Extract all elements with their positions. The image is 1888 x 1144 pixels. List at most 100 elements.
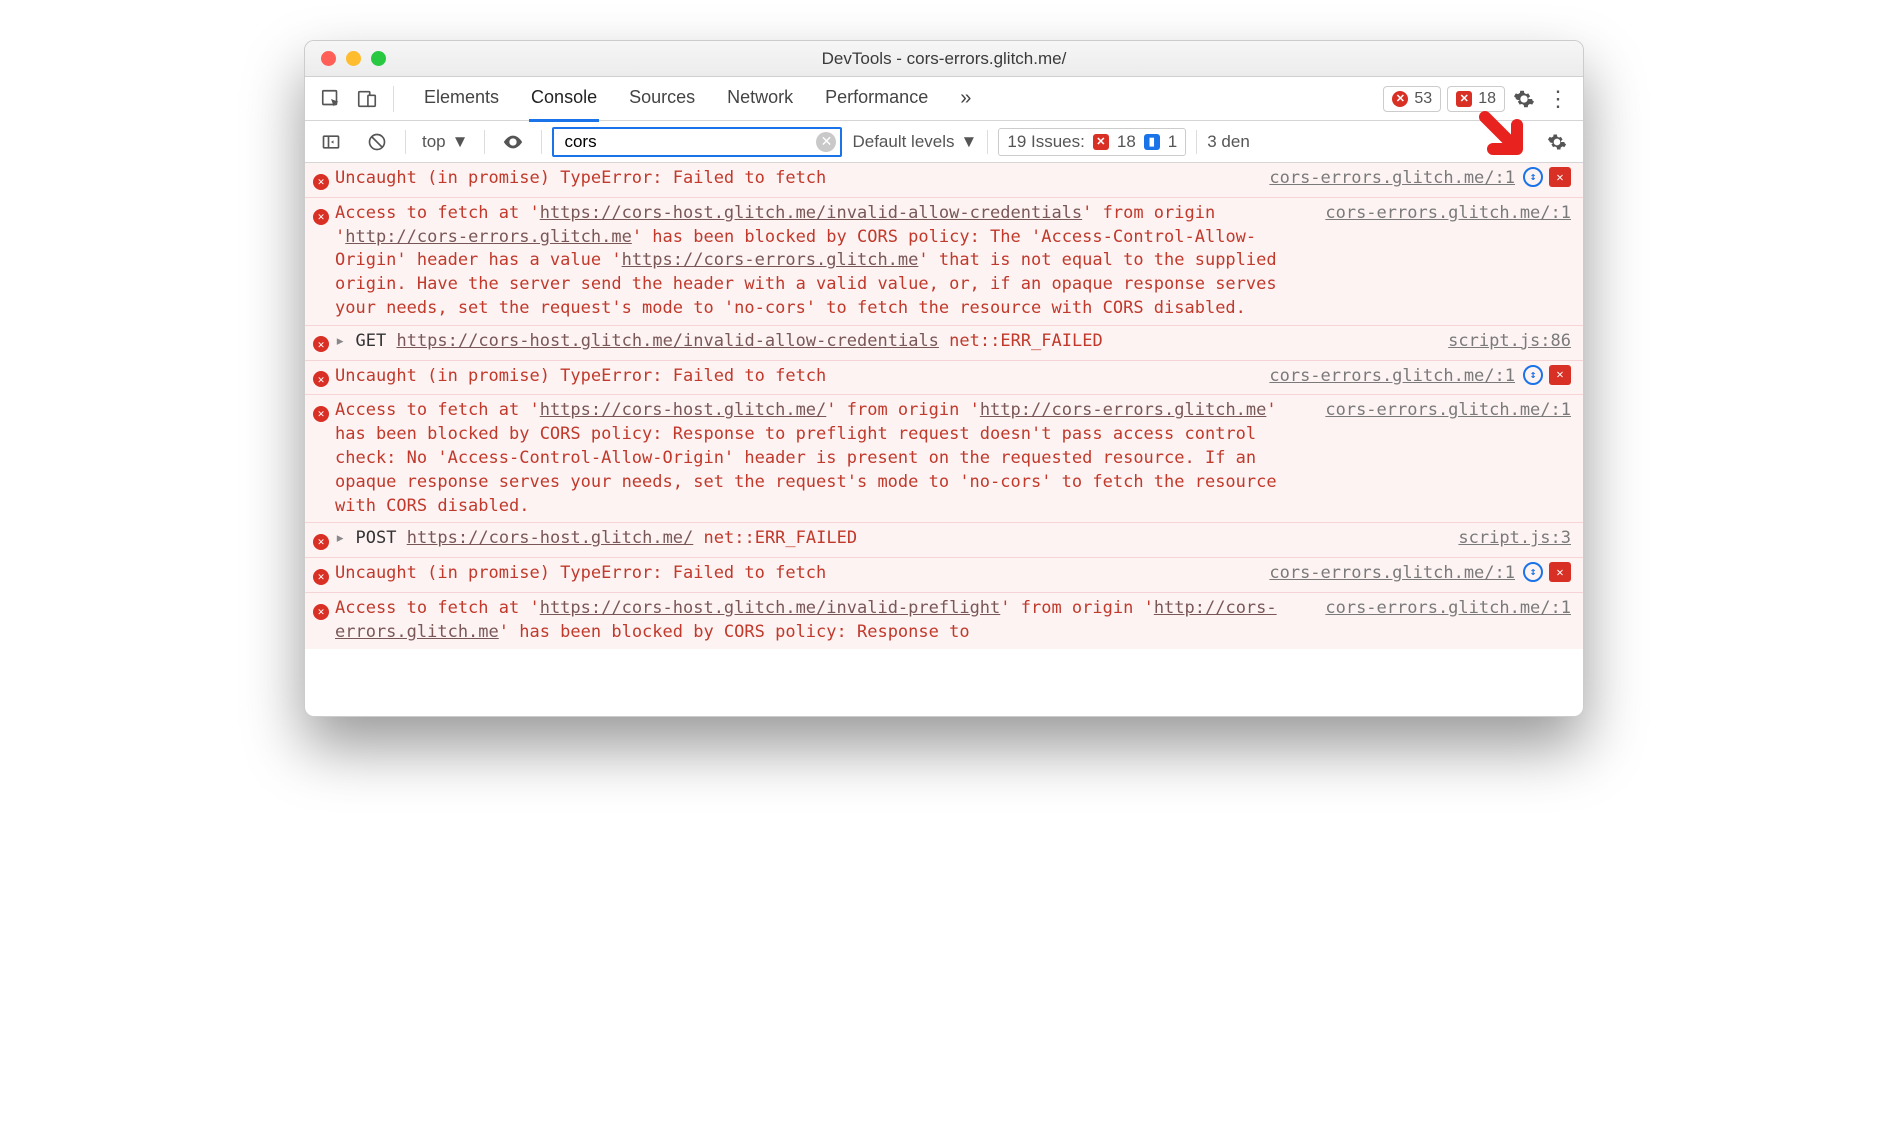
cors-error-count: 18 xyxy=(1478,90,1496,108)
divider xyxy=(541,130,542,154)
issues-label: 19 Issues: xyxy=(1007,132,1085,152)
replay-xhr-icon[interactable]: ↕ xyxy=(1523,167,1543,187)
error-icon: ✕ xyxy=(313,569,329,585)
tab-overflow[interactable]: » xyxy=(958,77,973,120)
url-link[interactable]: https://cors-host.glitch.me/ xyxy=(407,528,694,548)
divider xyxy=(484,130,485,154)
http-method: POST xyxy=(356,528,397,548)
error-icon: ✕ xyxy=(313,174,329,190)
divider xyxy=(1196,130,1197,154)
clear-console-icon[interactable] xyxy=(363,128,391,156)
error-icon: ✕ xyxy=(313,406,329,422)
error-icon: ✕ xyxy=(313,371,329,387)
console-row[interactable]: ✕ Access to fetch at 'https://cors-host.… xyxy=(305,394,1583,522)
issue-link-icon[interactable]: ✕ xyxy=(1549,365,1571,385)
issues-info-icon: ▮ xyxy=(1144,134,1160,150)
source-link[interactable]: script.js:86 xyxy=(1430,330,1571,356)
console-row[interactable]: ✕ Uncaught (in promise) TypeError: Faile… xyxy=(305,163,1583,197)
issues-error-count: 18 xyxy=(1117,132,1136,152)
net-status: net::ERR_FAILED xyxy=(704,528,858,548)
replay-xhr-icon[interactable]: ↕ xyxy=(1523,562,1543,582)
issue-link-icon[interactable]: ✕ xyxy=(1549,167,1571,187)
console-settings-gear-icon[interactable] xyxy=(1547,132,1567,152)
http-method: GET xyxy=(356,331,387,351)
source-link[interactable]: cors-errors.glitch.me/:1 xyxy=(1251,562,1515,588)
hidden-messages-label[interactable]: 3 den xyxy=(1207,132,1250,152)
context-value: top xyxy=(422,132,446,152)
net-status: net::ERR_FAILED xyxy=(949,331,1103,351)
tab-console[interactable]: Console xyxy=(529,77,599,122)
console-output: ✕ Uncaught (in promise) TypeError: Faile… xyxy=(305,163,1583,716)
source-link[interactable]: script.js:3 xyxy=(1440,527,1571,553)
url-link[interactable]: http://cors-errors.glitch.me xyxy=(345,227,632,247)
source-link[interactable]: cors-errors.glitch.me/:1 xyxy=(1251,365,1515,391)
error-text: Uncaught (in promise) TypeError: Failed … xyxy=(335,366,826,386)
console-row[interactable]: ✕ ▸ GET https://cors-host.glitch.me/inva… xyxy=(305,325,1583,360)
console-filter-bar: top ▼ ✕ Default levels ▼ 19 Issues: ✕ 18… xyxy=(305,121,1583,163)
issues-info-count: 1 xyxy=(1168,132,1177,152)
replay-xhr-icon[interactable]: ↕ xyxy=(1523,365,1543,385)
error-count: 53 xyxy=(1414,90,1432,108)
source-link[interactable]: cors-errors.glitch.me/:1 xyxy=(1251,167,1515,193)
inspect-element-icon[interactable] xyxy=(317,85,345,113)
settings-gear-icon[interactable] xyxy=(1513,88,1535,110)
error-count-badge[interactable]: ✕ 53 xyxy=(1383,86,1441,112)
url-link[interactable]: https://cors-host.glitch.me/invalid-allo… xyxy=(540,203,1082,223)
tab-elements[interactable]: Elements xyxy=(422,77,501,120)
url-link[interactable]: https://cors-errors.glitch.me xyxy=(622,250,919,270)
error-icon: ✕ xyxy=(1392,91,1408,107)
source-link[interactable]: cors-errors.glitch.me/:1 xyxy=(1307,597,1571,645)
dropdown-caret-icon: ▼ xyxy=(961,132,978,152)
clear-filter-icon[interactable]: ✕ xyxy=(816,132,836,152)
expand-chevron-icon[interactable]: ▸ xyxy=(335,528,345,548)
source-link[interactable]: cors-errors.glitch.me/:1 xyxy=(1307,202,1571,321)
filter-input-wrap: ✕ xyxy=(552,127,842,157)
error-text: Uncaught (in promise) TypeError: Failed … xyxy=(335,563,826,583)
divider xyxy=(393,86,394,112)
filter-input[interactable] xyxy=(552,127,842,157)
console-row[interactable]: ✕ Access to fetch at 'https://cors-host.… xyxy=(305,592,1583,649)
titlebar: DevTools - cors-errors.glitch.me/ xyxy=(305,41,1583,77)
dropdown-caret-icon: ▼ xyxy=(452,132,469,152)
issues-counter[interactable]: 19 Issues: ✕ 18 ▮ 1 xyxy=(998,128,1186,156)
error-icon: ✕ xyxy=(313,209,329,225)
devtools-window: DevTools - cors-errors.glitch.me/ Elemen… xyxy=(304,40,1584,717)
close-window-button[interactable] xyxy=(321,51,336,66)
divider xyxy=(987,130,988,154)
tab-performance[interactable]: Performance xyxy=(823,77,930,120)
tab-sources[interactable]: Sources xyxy=(627,77,697,120)
tab-network[interactable]: Network xyxy=(725,77,795,120)
cors-error-icon: ✕ xyxy=(1456,91,1472,107)
context-selector[interactable]: top ▼ xyxy=(416,132,474,152)
error-icon: ✕ xyxy=(313,534,329,550)
maximize-window-button[interactable] xyxy=(371,51,386,66)
panel-tabs: Elements Console Sources Network Perform… xyxy=(422,77,973,120)
window-title: DevTools - cors-errors.glitch.me/ xyxy=(305,49,1583,69)
issues-error-icon: ✕ xyxy=(1093,134,1109,150)
issue-link-icon[interactable]: ✕ xyxy=(1549,562,1571,582)
log-levels-label: Default levels xyxy=(852,132,954,152)
url-link[interactable]: https://cors-host.glitch.me/ xyxy=(540,400,827,420)
url-link[interactable]: https://cors-host.glitch.me/invalid-allo… xyxy=(396,331,938,351)
error-icon: ✕ xyxy=(313,604,329,620)
console-sidebar-toggle-icon[interactable] xyxy=(317,128,345,156)
expand-chevron-icon[interactable]: ▸ xyxy=(335,331,345,351)
source-link[interactable]: cors-errors.glitch.me/:1 xyxy=(1307,399,1571,518)
console-row[interactable]: ✕ Uncaught (in promise) TypeError: Faile… xyxy=(305,557,1583,592)
live-expression-eye-icon[interactable] xyxy=(499,128,527,156)
cors-error-count-badge[interactable]: ✕ 18 xyxy=(1447,86,1505,112)
traffic-lights xyxy=(305,51,386,66)
console-row[interactable]: ✕ ▸ POST https://cors-host.glitch.me/ ne… xyxy=(305,522,1583,557)
panel-toolbar: Elements Console Sources Network Perform… xyxy=(305,77,1583,121)
console-row[interactable]: ✕ Access to fetch at 'https://cors-host.… xyxy=(305,197,1583,325)
divider xyxy=(405,130,406,154)
url-link[interactable]: http://cors-errors.glitch.me xyxy=(980,400,1267,420)
log-levels-selector[interactable]: Default levels ▼ xyxy=(852,132,977,152)
console-row[interactable]: ✕ Uncaught (in promise) TypeError: Faile… xyxy=(305,360,1583,395)
device-toggle-icon[interactable] xyxy=(353,85,381,113)
more-menu-icon[interactable]: ⋮ xyxy=(1547,86,1569,112)
url-link[interactable]: https://cors-host.glitch.me/invalid-pref… xyxy=(540,598,1001,618)
error-icon: ✕ xyxy=(313,336,329,352)
error-text: Uncaught (in promise) TypeError: Failed … xyxy=(335,168,826,188)
minimize-window-button[interactable] xyxy=(346,51,361,66)
